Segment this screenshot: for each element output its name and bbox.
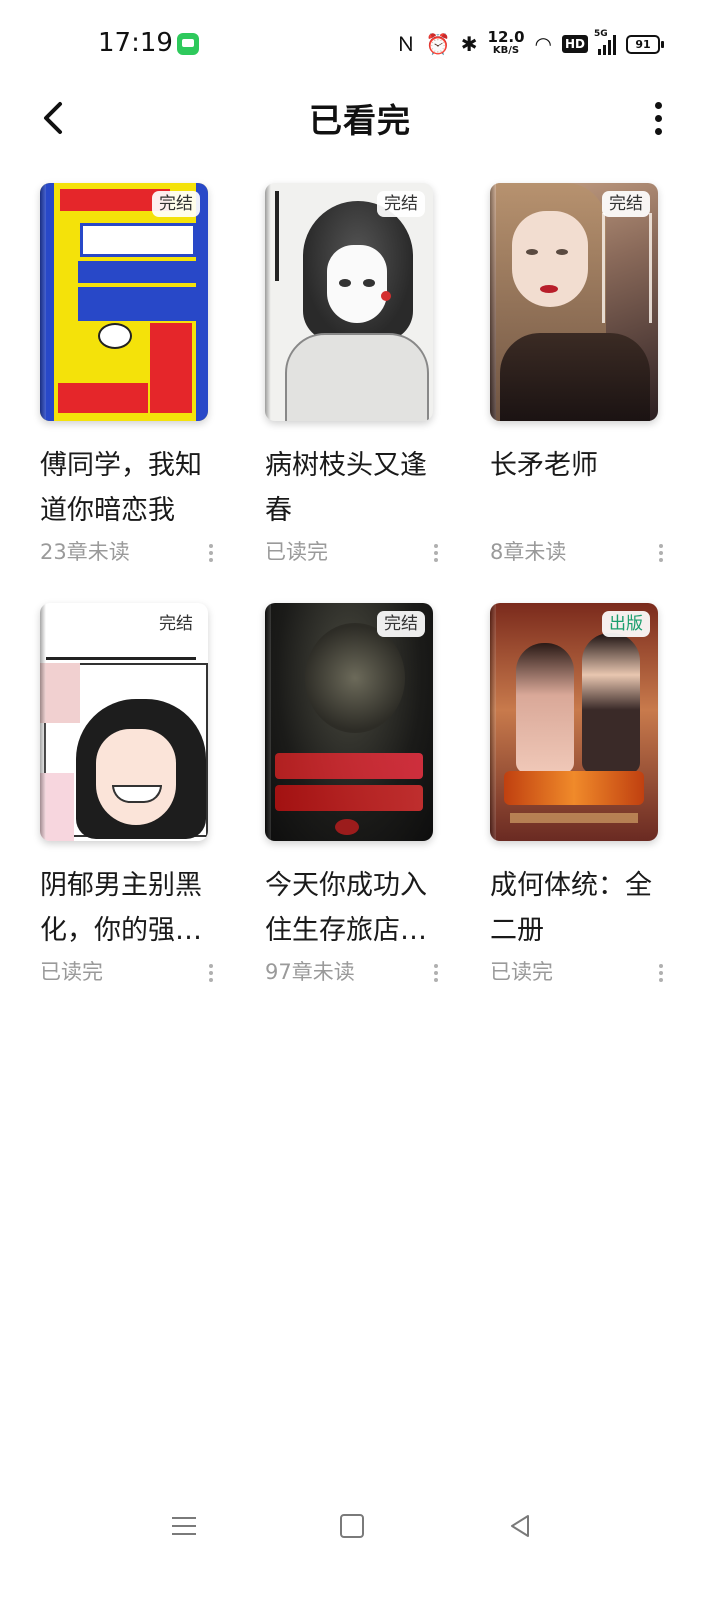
book-title[interactable]: 今天你成功入住生存旅店… (265, 863, 447, 953)
status-badge: 出版 (602, 611, 650, 637)
recent-apps-button[interactable] (160, 1506, 208, 1546)
reading-progress: 8章未读 (490, 540, 567, 564)
hd-icon: HD (561, 35, 588, 53)
book-cover[interactable]: 完结 (40, 183, 208, 421)
home-button[interactable] (328, 1506, 376, 1546)
book-cover[interactable]: 完结 (265, 603, 433, 841)
book-title[interactable]: 傅同学，我知道你暗恋我 (40, 443, 222, 533)
status-badge: 完结 (377, 191, 425, 217)
message-app-icon (177, 33, 199, 55)
book-title[interactable]: 长矛老师 (490, 443, 672, 533)
alarm-icon: ⏰ (425, 32, 451, 56)
reading-progress: 已读完 (40, 960, 103, 984)
book-menu-icon[interactable] (658, 544, 664, 562)
book-menu-icon[interactable] (208, 964, 214, 982)
book-item[interactable]: 完结 傅同学，我知道你暗恋我 23章未读 (40, 183, 216, 571)
book-cover[interactable]: 出版 (490, 603, 658, 841)
nfc-icon: Ｎ (395, 32, 416, 56)
book-title[interactable]: 成何体统：全二册 (490, 863, 672, 953)
status-time: 17:19 (98, 28, 173, 58)
book-menu-icon[interactable] (658, 964, 664, 982)
book-cover[interactable]: 完结 (40, 603, 208, 841)
wifi-icon: ◠ (534, 32, 552, 56)
book-title[interactable]: 病树枝头又逢春 (265, 443, 447, 533)
app-header: 已看完 (0, 84, 720, 152)
book-item[interactable]: 完结 今天你成功入住生存旅店… 97章未读 (265, 603, 441, 991)
status-badge: 完结 (152, 191, 200, 217)
system-back-button[interactable] (496, 1506, 544, 1546)
battery-icon: 91 (626, 34, 664, 54)
system-nav-bar (0, 1490, 720, 1560)
signal-icon: 5G (594, 29, 616, 55)
reading-progress: 已读完 (490, 960, 553, 984)
book-menu-icon[interactable] (433, 964, 439, 982)
reading-progress: 97章未读 (265, 960, 355, 984)
book-item[interactable]: 完结 阴郁男主别黑化，你的强… 已读完 (40, 603, 216, 991)
bluetooth-icon: ✱ (460, 32, 478, 56)
network-speed-unit: KB/S (492, 45, 520, 56)
book-title[interactable]: 阴郁男主别黑化，你的强… (40, 863, 222, 953)
status-bar: 17:19 Ｎ ⏰ ✱ 12.0 KB/S ◠ HD 5G 91 (0, 0, 720, 90)
page-title: 已看完 (309, 101, 411, 140)
status-badge: 完结 (377, 611, 425, 637)
more-options-button[interactable] (636, 92, 680, 144)
home-icon (340, 1514, 364, 1538)
status-badge: 完结 (152, 611, 200, 637)
back-triangle-icon (511, 1515, 529, 1537)
book-cover[interactable]: 完结 (490, 183, 658, 421)
battery-level: 91 (626, 34, 660, 54)
book-cover[interactable]: 完结 (265, 183, 433, 421)
reading-progress: 23章未读 (40, 540, 130, 564)
book-menu-icon[interactable] (433, 544, 439, 562)
reading-progress: 已读完 (265, 540, 328, 564)
book-item[interactable]: 完结 长矛老师 8章未读 (490, 183, 666, 571)
network-speed-value: 12.0 (487, 28, 525, 46)
signal-label: 5G (594, 29, 608, 39)
book-item[interactable]: 完结 病树枝头又逢春 已读完 (265, 183, 441, 571)
status-icons: Ｎ ⏰ ✱ 12.0 KB/S ◠ HD 5G 91 (396, 28, 664, 60)
book-item[interactable]: 出版 成何体统：全二册 已读完 (490, 603, 666, 991)
status-badge: 完结 (602, 191, 650, 217)
book-menu-icon[interactable] (208, 544, 214, 562)
network-speed: 12.0 KB/S (488, 30, 525, 58)
